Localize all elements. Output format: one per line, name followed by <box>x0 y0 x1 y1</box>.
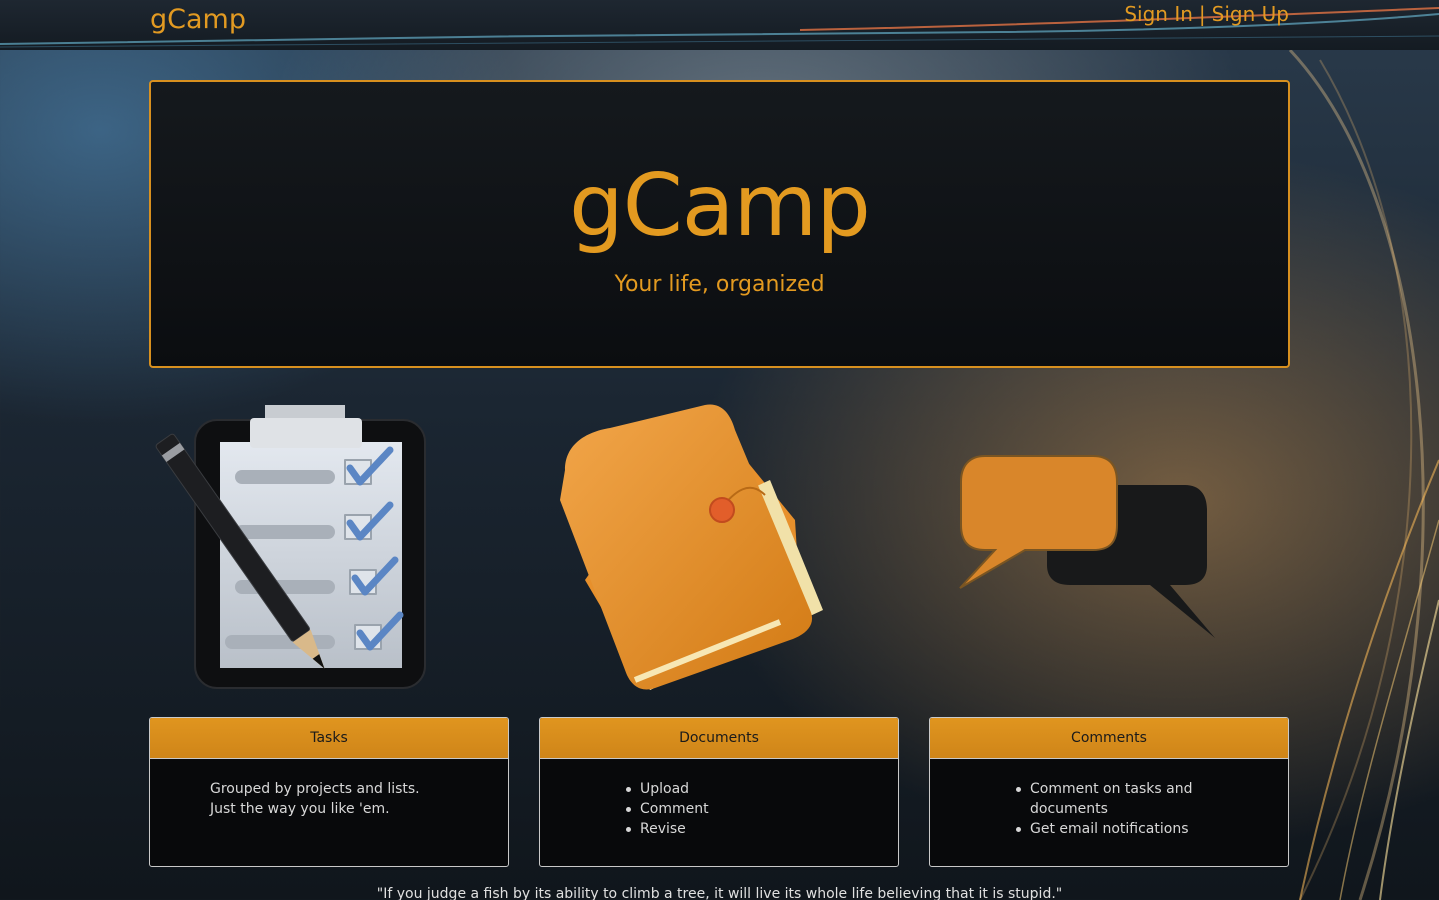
feature-card-title: Comments <box>930 718 1288 759</box>
feature-card-title: Documents <box>540 718 898 759</box>
list-item: Comment on tasks and documents <box>1016 779 1200 819</box>
hero-banner: gCamp Your life, organized <box>149 80 1290 368</box>
feature-card-comments: Comments Comment on tasks and documents … <box>929 717 1289 867</box>
feature-card-title: Tasks <box>150 718 508 759</box>
folder-icon <box>560 404 823 690</box>
sign-in-link[interactable]: Sign In <box>1124 2 1193 26</box>
brand-logo-link[interactable]: gCamp <box>150 4 246 35</box>
list-item: Get email notifications <box>1016 819 1200 839</box>
list-item: Comment <box>626 799 838 819</box>
hero-title: gCamp <box>569 156 871 256</box>
auth-links: Sign In | Sign Up <box>1124 2 1289 26</box>
list-item: Upload <box>626 779 838 799</box>
feature-card-body: Upload Comment Revise <box>540 759 898 839</box>
feature-card-text: Grouped by projects and lists. Just the … <box>210 781 420 817</box>
speech-bubbles-icon <box>959 455 1215 638</box>
list-item: Revise <box>626 819 838 839</box>
footer-quote: "If you judge a fish by its ability to c… <box>376 886 1063 900</box>
feature-card-documents: Documents Upload Comment Revise <box>539 717 899 867</box>
sign-up-link[interactable]: Sign Up <box>1212 2 1289 26</box>
hero-subtitle: Your life, organized <box>614 272 825 297</box>
top-navbar: gCamp Sign In | Sign Up <box>0 0 1439 50</box>
feature-card-tasks: Tasks Grouped by projects and lists. Jus… <box>149 717 509 867</box>
feature-list: Comment on tasks and documents Get email… <box>1016 779 1200 839</box>
feature-card-body: Grouped by projects and lists. Just the … <box>150 759 508 819</box>
feature-card-body: Comment on tasks and documents Get email… <box>930 759 1288 839</box>
auth-separator: | <box>1198 2 1206 26</box>
feature-list: Upload Comment Revise <box>626 779 838 839</box>
clipboard-checklist-icon <box>155 405 426 689</box>
